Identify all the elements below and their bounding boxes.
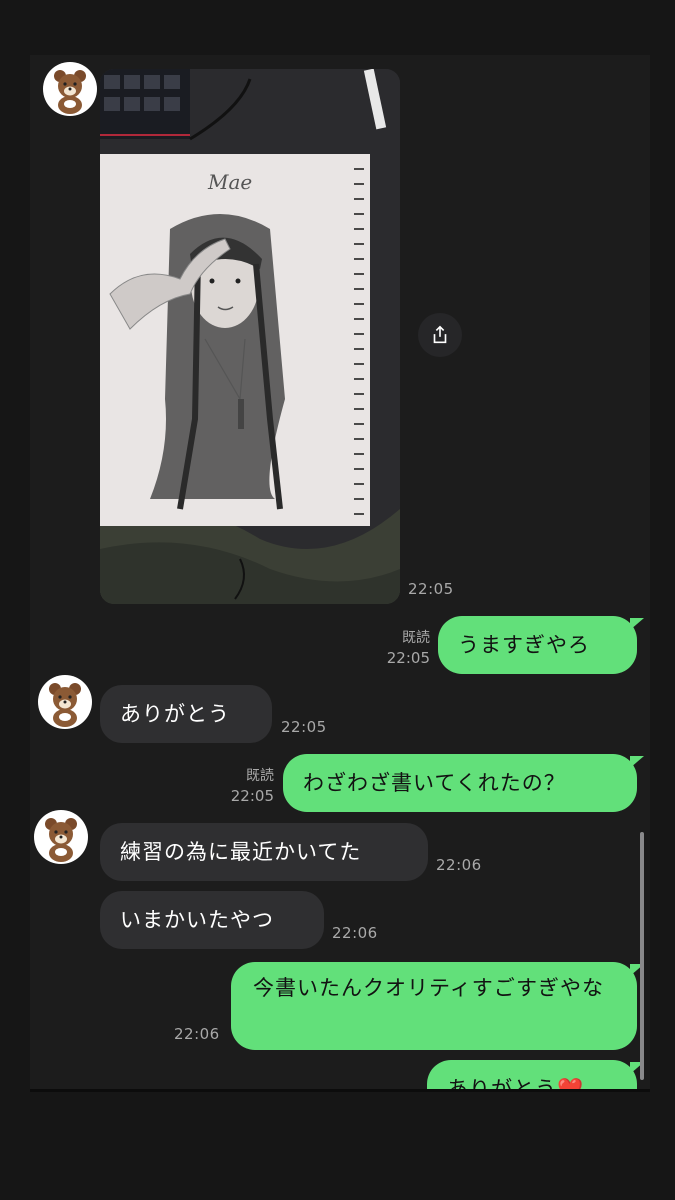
read-receipt: 既読 22:05 (370, 628, 430, 668)
contact-avatar[interactable] (38, 675, 92, 729)
contact-avatar[interactable] (43, 62, 97, 116)
read-label: 既読 (402, 630, 430, 646)
bottom-background (0, 1092, 675, 1200)
bubble-tail (630, 756, 644, 768)
message-time: 22:05 (281, 718, 327, 736)
shared-photo[interactable]: Mae (100, 69, 400, 604)
message-time: 22:06 (436, 856, 482, 874)
scrollbar[interactable] (640, 832, 644, 1080)
incoming-message-bubble[interactable]: 練習の為に最近かいてた (100, 823, 428, 881)
read-label: 既読 (246, 768, 274, 784)
teddy-bear-avatar-icon (54, 70, 86, 114)
share-button[interactable] (418, 313, 462, 357)
outgoing-message-bubble[interactable]: わざわざ書いてくれたの？ (283, 754, 637, 812)
photo-caption-text: Mae (207, 170, 252, 194)
contact-avatar[interactable] (34, 810, 88, 864)
incoming-message-bubble[interactable]: ありがとう (100, 685, 272, 743)
teddy-bear-avatar-icon (49, 683, 81, 727)
outgoing-message-bubble[interactable]: 今書いたんクオリティすごすぎやな (231, 962, 637, 1050)
read-receipt: 既読 22:05 (214, 766, 274, 806)
bubble-tail (630, 618, 644, 630)
message-time: 22:06 (174, 1025, 220, 1043)
incoming-message-bubble[interactable]: いまかいたやつ (100, 891, 324, 949)
chat-bottom-border (30, 1089, 650, 1092)
share-icon (433, 325, 447, 344)
message-time: 22:05 (230, 787, 274, 805)
outgoing-message-bubble[interactable]: うますぎやろ (438, 616, 637, 674)
teddy-bear-avatar-icon (45, 818, 77, 862)
message-time: 22:06 (332, 924, 378, 942)
message-time: 22:05 (408, 580, 454, 598)
message-time: 22:05 (386, 649, 430, 667)
